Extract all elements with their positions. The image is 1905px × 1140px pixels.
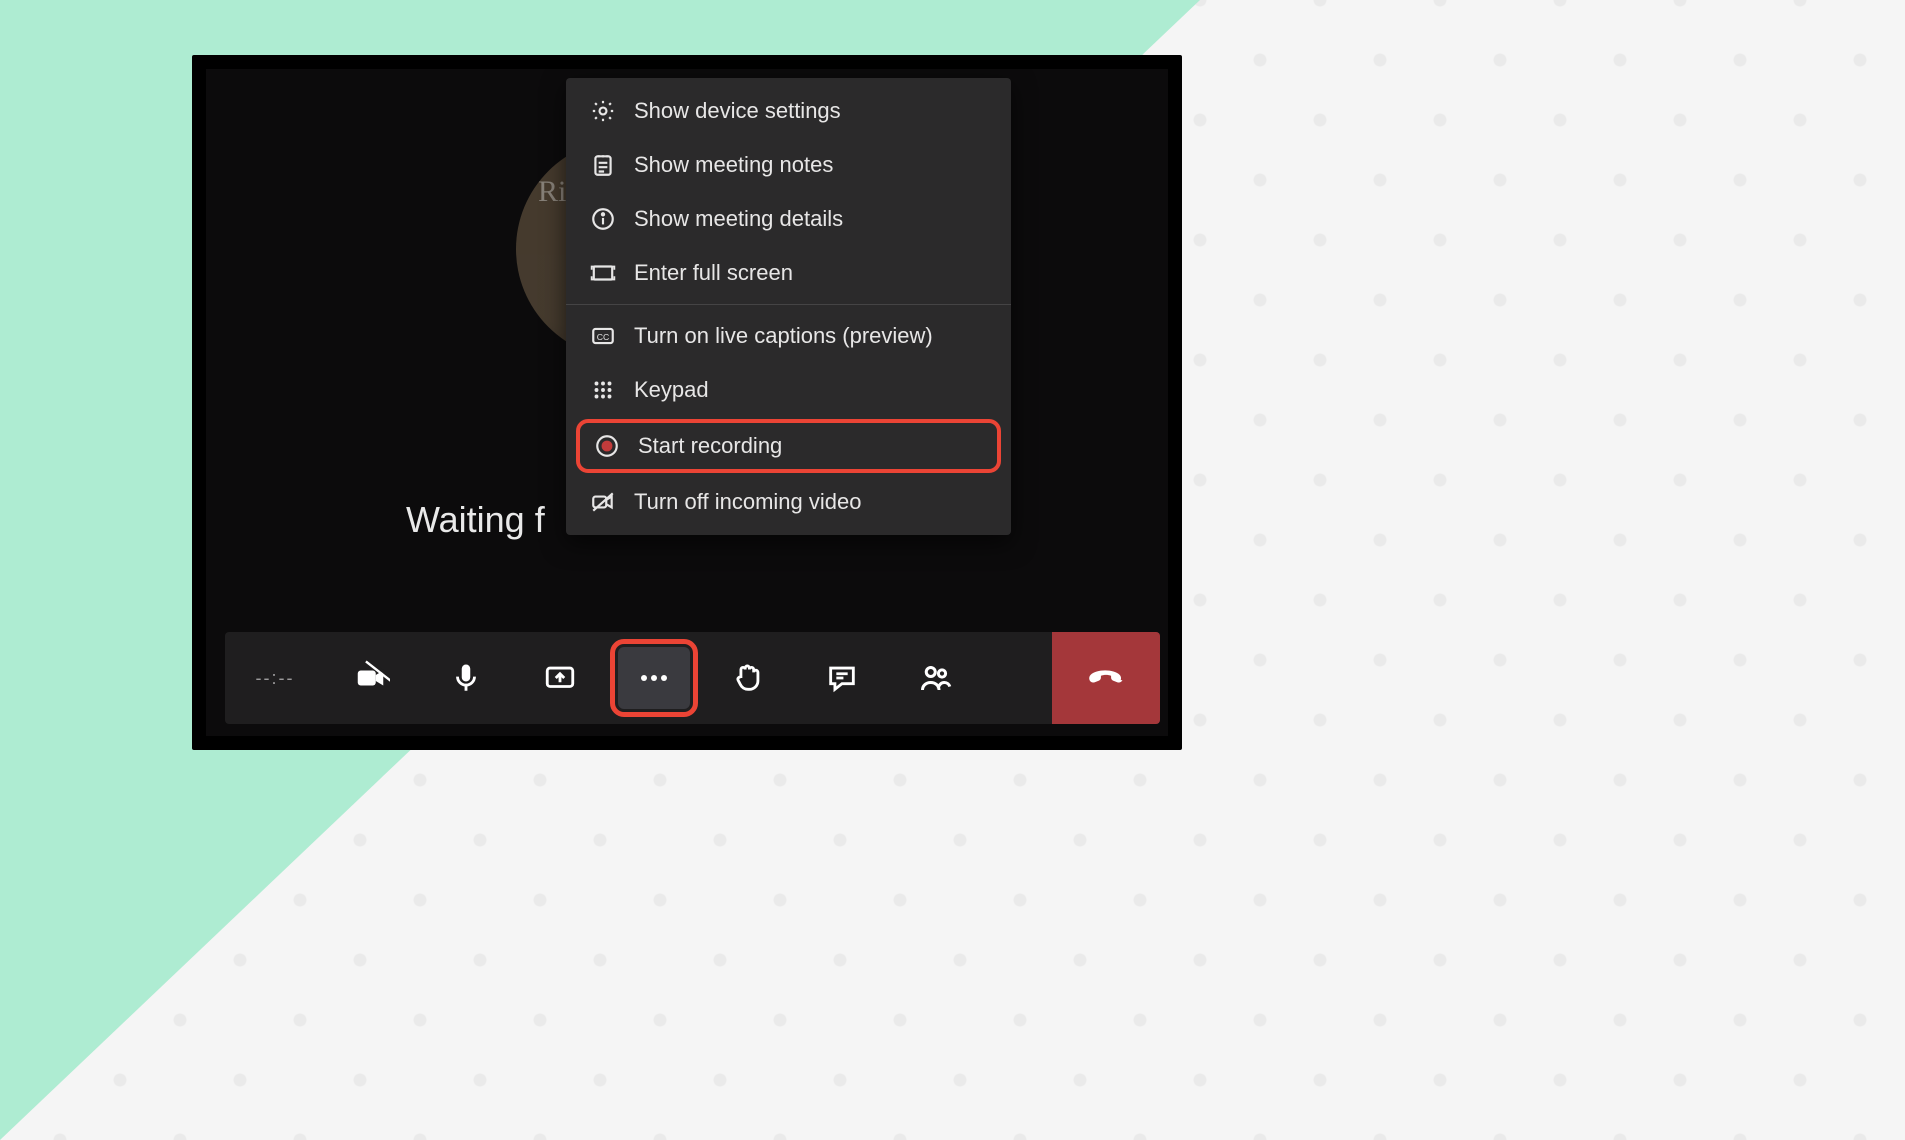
- mic-button[interactable]: [419, 632, 513, 724]
- menu-item-label: Turn on live captions (preview): [634, 323, 933, 349]
- menu-item-start-recording[interactable]: Start recording: [576, 419, 1001, 473]
- menu-item-label: Keypad: [634, 377, 709, 403]
- notes-icon: [590, 152, 616, 178]
- participants-button[interactable]: [889, 632, 983, 724]
- waiting-text: Waiting f: [406, 499, 545, 541]
- svg-text:CC: CC: [597, 332, 610, 342]
- record-icon: [594, 433, 620, 459]
- menu-item-label: Show meeting notes: [634, 152, 833, 178]
- call-duration: --:--: [225, 668, 325, 689]
- share-screen-button[interactable]: [513, 632, 607, 724]
- gear-icon: [590, 98, 616, 124]
- teams-meeting-window: Rit Ca Waiting f Show device settings Sh…: [192, 55, 1182, 750]
- hangup-button[interactable]: [1052, 632, 1160, 724]
- menu-item-label: Start recording: [638, 433, 782, 459]
- menu-item-keypad[interactable]: Keypad: [566, 363, 1011, 417]
- more-actions-button[interactable]: [618, 647, 690, 709]
- menu-item-label: Show meeting details: [634, 206, 843, 232]
- menu-item-device-settings[interactable]: Show device settings: [566, 84, 1011, 138]
- menu-item-label: Enter full screen: [634, 260, 793, 286]
- menu-item-meeting-details[interactable]: Show meeting details: [566, 192, 1011, 246]
- video-off-icon: [590, 489, 616, 515]
- chat-button[interactable]: [795, 632, 889, 724]
- keypad-icon: [590, 377, 616, 403]
- menu-item-meeting-notes[interactable]: Show meeting notes: [566, 138, 1011, 192]
- meeting-stage: Rit Ca Waiting f Show device settings Sh…: [206, 69, 1168, 736]
- menu-separator: [566, 304, 1011, 305]
- fullscreen-icon: [590, 260, 616, 286]
- menu-item-label: Turn off incoming video: [634, 489, 861, 515]
- info-icon: [590, 206, 616, 232]
- raise-hand-button[interactable]: [701, 632, 795, 724]
- more-actions-menu: Show device settings Show meeting notes …: [566, 78, 1011, 535]
- camera-button[interactable]: [325, 632, 419, 724]
- menu-item-fullscreen[interactable]: Enter full screen: [566, 246, 1011, 300]
- menu-item-turn-off-video[interactable]: Turn off incoming video: [566, 475, 1011, 529]
- menu-item-label: Show device settings: [634, 98, 841, 124]
- call-toolbar: --:--: [225, 632, 1160, 724]
- cc-icon: CC: [590, 323, 616, 349]
- menu-item-live-captions[interactable]: CC Turn on live captions (preview): [566, 309, 1011, 363]
